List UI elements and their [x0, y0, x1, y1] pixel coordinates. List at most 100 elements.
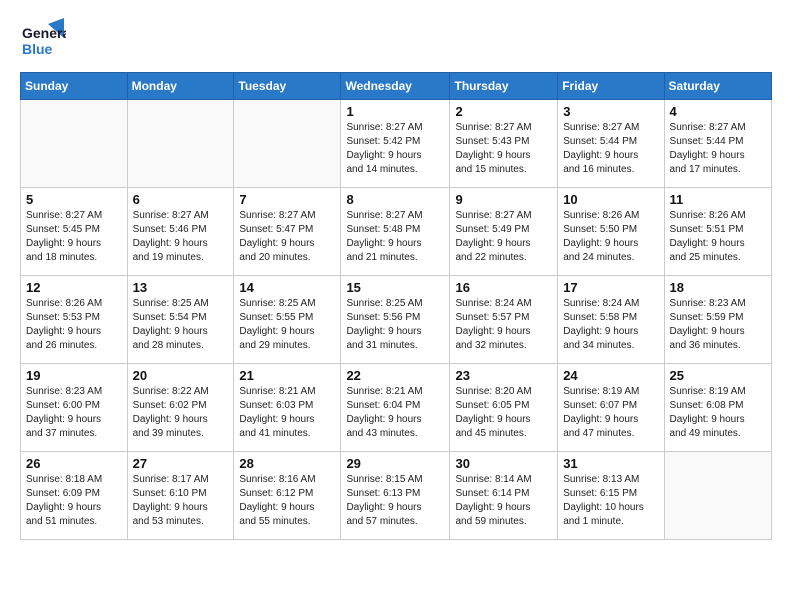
- day-number: 21: [239, 368, 335, 383]
- day-number: 2: [455, 104, 552, 119]
- day-number: 14: [239, 280, 335, 295]
- day-cell: 25 Sunrise: 8:19 AM Sunset: 6:08 PM Dayli…: [664, 364, 771, 452]
- day-info: Sunrise: 8:19 AM Sunset: 6:08 PM Dayligh…: [670, 385, 766, 441]
- day-cell: 12 Sunrise: 8:26 AM Sunset: 5:53 PM Dayli…: [21, 276, 128, 364]
- day-cell: 18 Sunrise: 8:23 AM Sunset: 5:59 PM Dayli…: [664, 276, 771, 364]
- day-info: Sunrise: 8:16 AM Sunset: 6:12 PM Dayligh…: [239, 473, 335, 529]
- day-number: 11: [670, 192, 766, 207]
- day-info: Sunrise: 8:19 AM Sunset: 6:07 PM Dayligh…: [563, 385, 658, 441]
- day-info: Sunrise: 8:26 AM Sunset: 5:50 PM Dayligh…: [563, 209, 658, 265]
- day-cell: 20 Sunrise: 8:22 AM Sunset: 6:02 PM Dayli…: [127, 364, 234, 452]
- svg-text:Blue: Blue: [22, 41, 53, 57]
- day-cell: 30Sunrise: 8:14 AM Sunset: 6:14 PM Dayli…: [450, 452, 558, 540]
- week-row-5: 26 Sunrise: 8:18 AM Sunset: 6:09 PM Dayli…: [21, 452, 772, 540]
- day-cell: 14 Sunrise: 8:25 AM Sunset: 5:55 PM Dayli…: [234, 276, 341, 364]
- day-cell: [127, 100, 234, 188]
- day-cell: 10Sunrise: 8:26 AM Sunset: 5:50 PM Dayli…: [558, 188, 664, 276]
- day-info: Sunrise: 8:20 AM Sunset: 6:05 PM Dayligh…: [455, 385, 552, 441]
- day-info: Sunrise: 8:27 AM Sunset: 5:43 PM Dayligh…: [455, 121, 552, 177]
- day-cell: 29 Sunrise: 8:15 AM Sunset: 6:13 PM Dayli…: [341, 452, 450, 540]
- day-cell: 22 Sunrise: 8:21 AM Sunset: 6:04 PM Dayli…: [341, 364, 450, 452]
- day-number: 16: [455, 280, 552, 295]
- weekday-header-thursday: Thursday: [450, 73, 558, 100]
- day-cell: 19 Sunrise: 8:23 AM Sunset: 6:00 PM Dayli…: [21, 364, 128, 452]
- weekday-header-monday: Monday: [127, 73, 234, 100]
- day-number: 3: [563, 104, 658, 119]
- day-cell: 24 Sunrise: 8:19 AM Sunset: 6:07 PM Dayli…: [558, 364, 664, 452]
- day-info: Sunrise: 8:18 AM Sunset: 6:09 PM Dayligh…: [26, 473, 122, 529]
- day-info: Sunrise: 8:24 AM Sunset: 5:57 PM Dayligh…: [455, 297, 552, 353]
- header: GeneralBlue: [20, 16, 772, 62]
- day-cell: 7Sunrise: 8:27 AM Sunset: 5:47 PM Daylig…: [234, 188, 341, 276]
- day-cell: 17 Sunrise: 8:24 AM Sunset: 5:58 PM Dayli…: [558, 276, 664, 364]
- day-number: 13: [133, 280, 229, 295]
- day-info: Sunrise: 8:27 AM Sunset: 5:46 PM Dayligh…: [133, 209, 229, 265]
- day-cell: 26 Sunrise: 8:18 AM Sunset: 6:09 PM Dayli…: [21, 452, 128, 540]
- day-cell: 2 Sunrise: 8:27 AM Sunset: 5:43 PM Daylig…: [450, 100, 558, 188]
- day-info: Sunrise: 8:26 AM Sunset: 5:53 PM Dayligh…: [26, 297, 122, 353]
- day-cell: 31 Sunrise: 8:13 AM Sunset: 6:15 PM Dayli…: [558, 452, 664, 540]
- svg-text:General: General: [22, 25, 66, 41]
- day-info: Sunrise: 8:24 AM Sunset: 5:58 PM Dayligh…: [563, 297, 658, 353]
- week-row-3: 12 Sunrise: 8:26 AM Sunset: 5:53 PM Dayli…: [21, 276, 772, 364]
- day-number: 8: [346, 192, 444, 207]
- day-cell: 8 Sunrise: 8:27 AM Sunset: 5:48 PM Daylig…: [341, 188, 450, 276]
- day-number: 18: [670, 280, 766, 295]
- day-cell: 13Sunrise: 8:25 AM Sunset: 5:54 PM Dayli…: [127, 276, 234, 364]
- weekday-header-sunday: Sunday: [21, 73, 128, 100]
- day-info: Sunrise: 8:27 AM Sunset: 5:48 PM Dayligh…: [346, 209, 444, 265]
- week-row-1: 1 Sunrise: 8:27 AM Sunset: 5:42 PM Daylig…: [21, 100, 772, 188]
- logo: GeneralBlue: [20, 16, 66, 62]
- day-number: 20: [133, 368, 229, 383]
- day-number: 17: [563, 280, 658, 295]
- day-info: Sunrise: 8:15 AM Sunset: 6:13 PM Dayligh…: [346, 473, 444, 529]
- weekday-header-tuesday: Tuesday: [234, 73, 341, 100]
- day-cell: 11 Sunrise: 8:26 AM Sunset: 5:51 PM Dayli…: [664, 188, 771, 276]
- week-row-4: 19 Sunrise: 8:23 AM Sunset: 6:00 PM Dayli…: [21, 364, 772, 452]
- day-number: 24: [563, 368, 658, 383]
- day-cell: 15Sunrise: 8:25 AM Sunset: 5:56 PM Dayli…: [341, 276, 450, 364]
- day-info: Sunrise: 8:23 AM Sunset: 5:59 PM Dayligh…: [670, 297, 766, 353]
- day-cell: 1 Sunrise: 8:27 AM Sunset: 5:42 PM Daylig…: [341, 100, 450, 188]
- day-info: Sunrise: 8:25 AM Sunset: 5:55 PM Dayligh…: [239, 297, 335, 353]
- day-info: Sunrise: 8:23 AM Sunset: 6:00 PM Dayligh…: [26, 385, 122, 441]
- day-info: Sunrise: 8:27 AM Sunset: 5:42 PM Dayligh…: [346, 121, 444, 177]
- day-number: 26: [26, 456, 122, 471]
- day-cell: 6Sunrise: 8:27 AM Sunset: 5:46 PM Daylig…: [127, 188, 234, 276]
- day-cell: 28 Sunrise: 8:16 AM Sunset: 6:12 PM Dayli…: [234, 452, 341, 540]
- day-number: 27: [133, 456, 229, 471]
- day-number: 12: [26, 280, 122, 295]
- week-row-2: 5Sunrise: 8:27 AM Sunset: 5:45 PM Daylig…: [21, 188, 772, 276]
- day-info: Sunrise: 8:21 AM Sunset: 6:03 PM Dayligh…: [239, 385, 335, 441]
- day-cell: 21 Sunrise: 8:21 AM Sunset: 6:03 PM Dayli…: [234, 364, 341, 452]
- day-cell: 27Sunrise: 8:17 AM Sunset: 6:10 PM Dayli…: [127, 452, 234, 540]
- weekday-header-row: SundayMondayTuesdayWednesdayThursdayFrid…: [21, 73, 772, 100]
- weekday-header-friday: Friday: [558, 73, 664, 100]
- day-info: Sunrise: 8:14 AM Sunset: 6:14 PM Dayligh…: [455, 473, 552, 529]
- day-number: 31: [563, 456, 658, 471]
- day-number: 22: [346, 368, 444, 383]
- day-cell: 9Sunrise: 8:27 AM Sunset: 5:49 PM Daylig…: [450, 188, 558, 276]
- day-cell: [21, 100, 128, 188]
- day-number: 29: [346, 456, 444, 471]
- day-info: Sunrise: 8:26 AM Sunset: 5:51 PM Dayligh…: [670, 209, 766, 265]
- day-number: 25: [670, 368, 766, 383]
- day-number: 5: [26, 192, 122, 207]
- day-cell: [664, 452, 771, 540]
- logo-svg: GeneralBlue: [20, 16, 66, 62]
- day-info: Sunrise: 8:25 AM Sunset: 5:56 PM Dayligh…: [346, 297, 444, 353]
- day-cell: 3 Sunrise: 8:27 AM Sunset: 5:44 PM Daylig…: [558, 100, 664, 188]
- day-info: Sunrise: 8:22 AM Sunset: 6:02 PM Dayligh…: [133, 385, 229, 441]
- day-number: 23: [455, 368, 552, 383]
- day-info: Sunrise: 8:27 AM Sunset: 5:47 PM Dayligh…: [239, 209, 335, 265]
- day-number: 9: [455, 192, 552, 207]
- day-info: Sunrise: 8:21 AM Sunset: 6:04 PM Dayligh…: [346, 385, 444, 441]
- day-info: Sunrise: 8:27 AM Sunset: 5:44 PM Dayligh…: [563, 121, 658, 177]
- day-number: 19: [26, 368, 122, 383]
- day-number: 28: [239, 456, 335, 471]
- day-cell: 5Sunrise: 8:27 AM Sunset: 5:45 PM Daylig…: [21, 188, 128, 276]
- day-number: 1: [346, 104, 444, 119]
- day-number: 4: [670, 104, 766, 119]
- day-cell: 16 Sunrise: 8:24 AM Sunset: 5:57 PM Dayli…: [450, 276, 558, 364]
- day-info: Sunrise: 8:13 AM Sunset: 6:15 PM Dayligh…: [563, 473, 658, 529]
